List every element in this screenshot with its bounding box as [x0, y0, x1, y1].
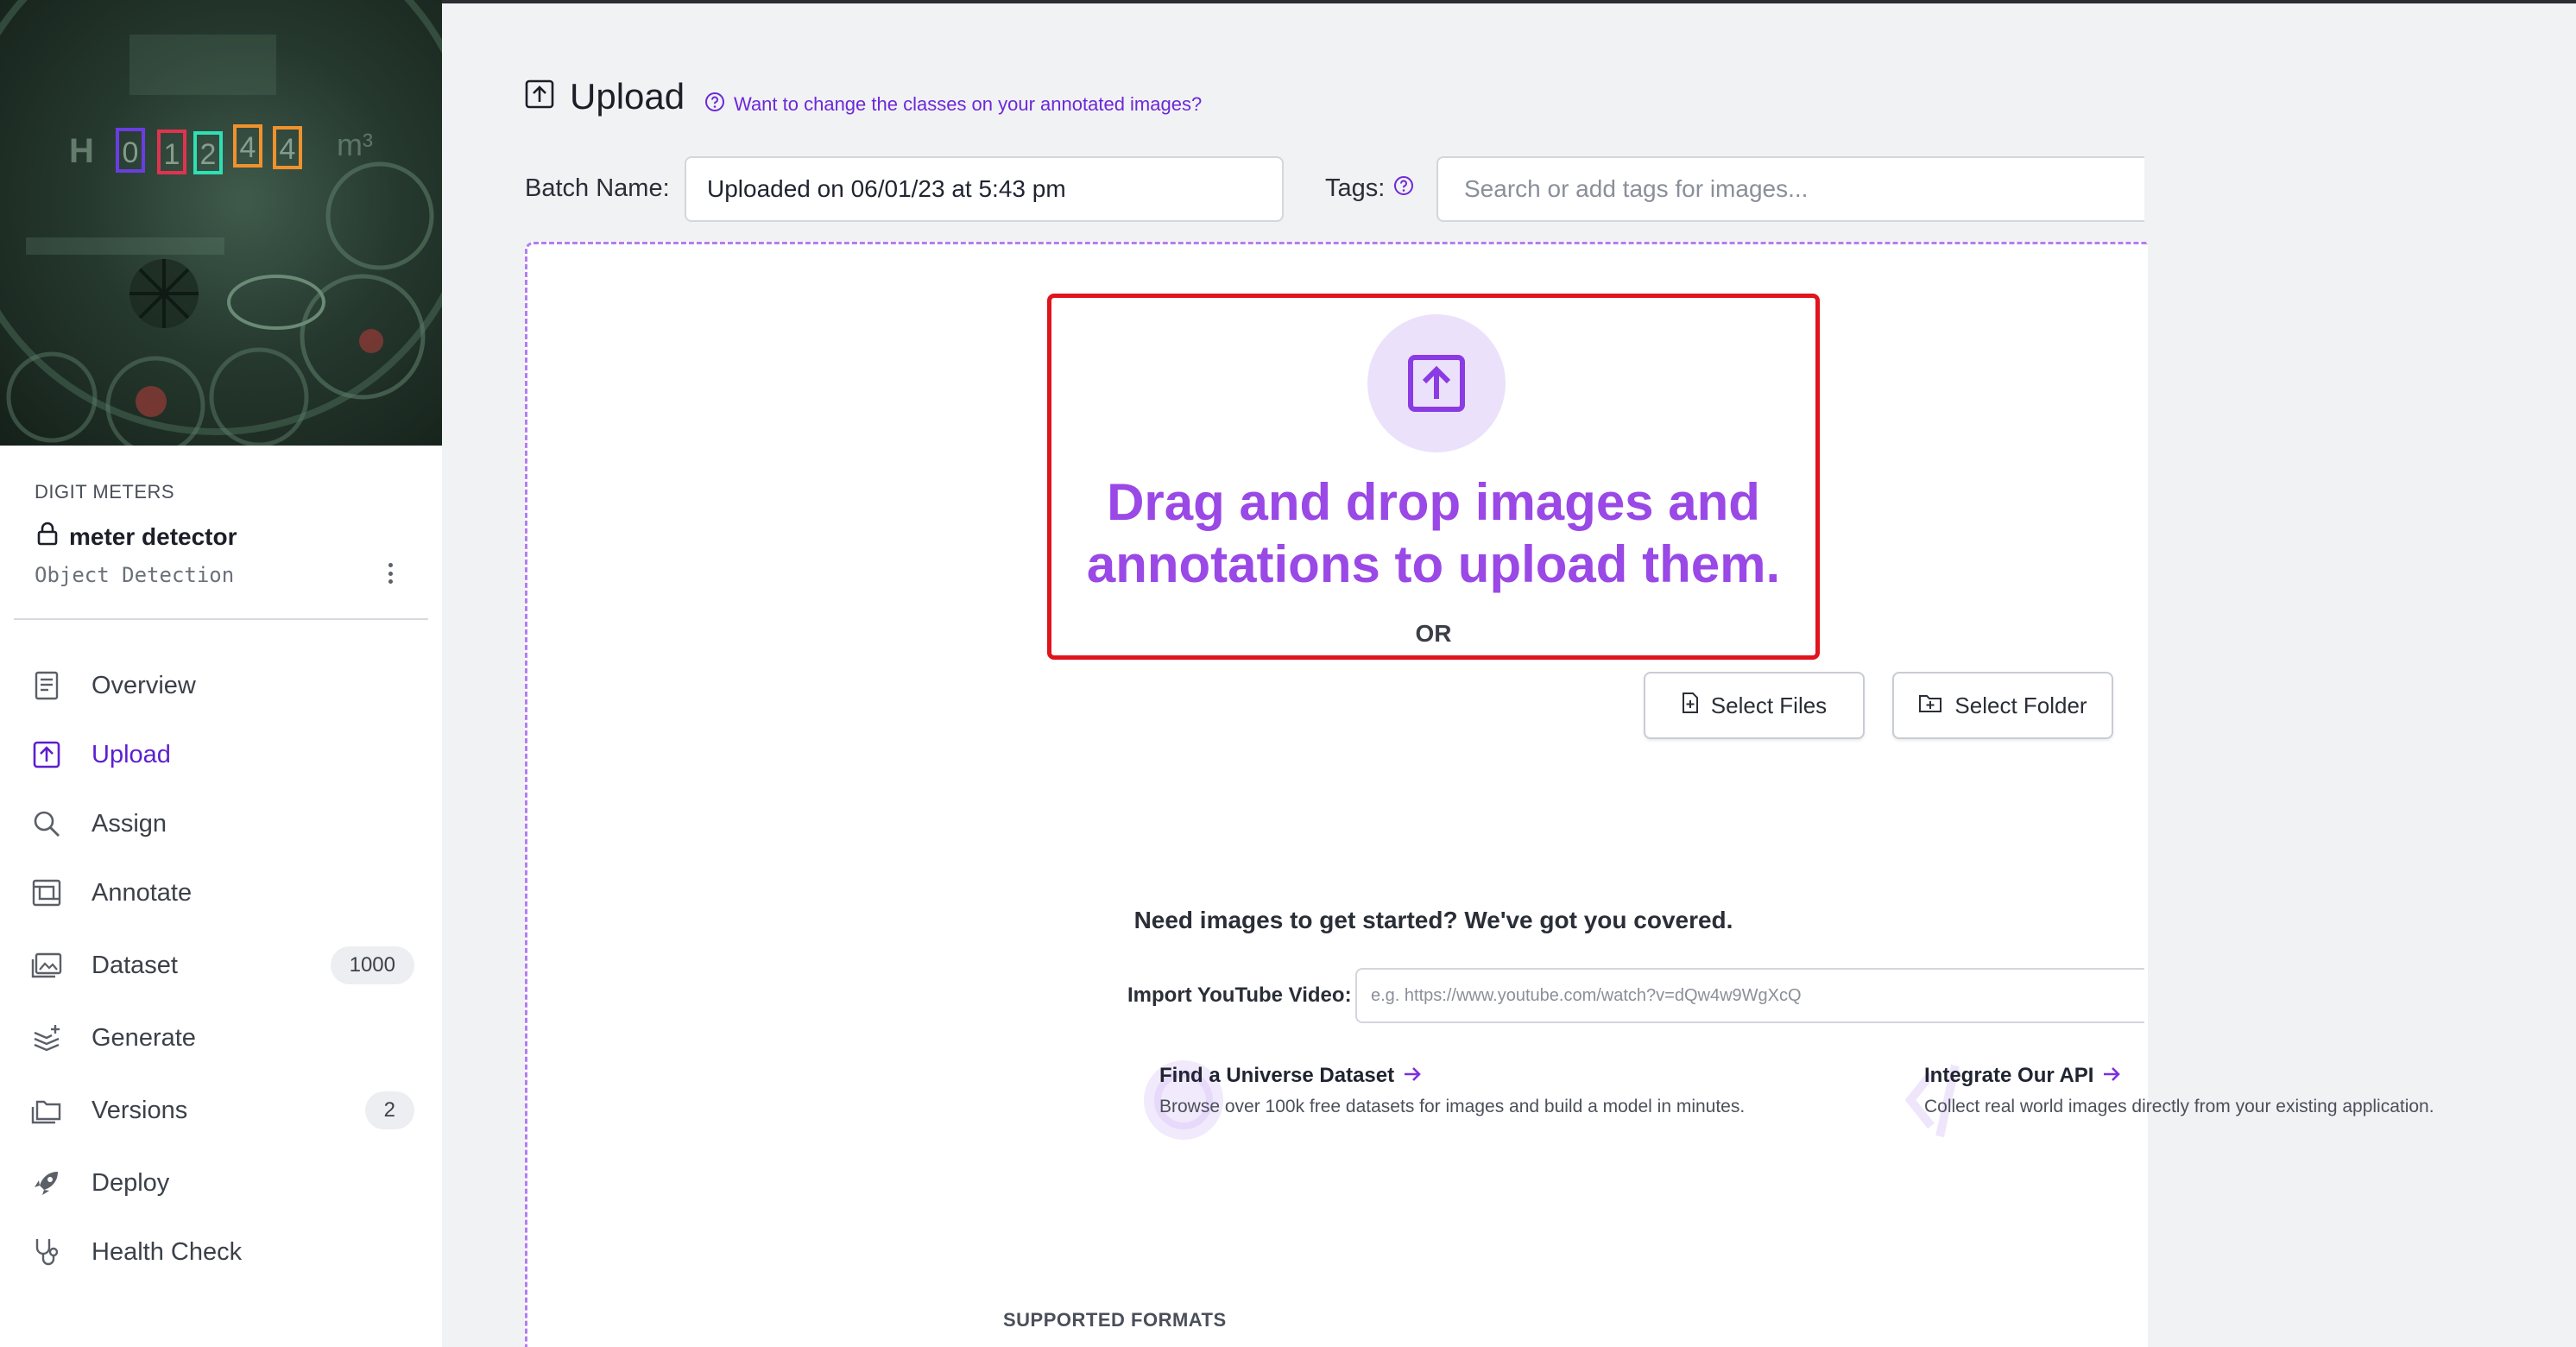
lock-icon	[36, 522, 59, 552]
sidebar-item-versions[interactable]: Versions 2	[0, 1083, 442, 1138]
sidebar-item-label: Overview	[92, 671, 196, 699]
universe-dataset-description: Browse over 100k free datasets for image…	[1159, 1097, 1746, 1116]
sidebar-item-label: Health Check	[92, 1237, 243, 1266]
tags-label-text: Tags:	[1325, 174, 1386, 202]
folder-plus-icon	[1918, 692, 1942, 719]
integrate-api-card[interactable]: Integrate Our API Collect real world ima…	[1904, 1064, 2434, 1138]
annotate-icon	[29, 876, 64, 910]
supported-formats-heading: SUPPORTED FORMATS	[1003, 1309, 1227, 1331]
file-plus-icon	[1682, 692, 1699, 720]
project-thumbnail[interactable]: H 0 1 2 4 4 m³	[0, 0, 442, 446]
project-name[interactable]: meter detector	[36, 522, 237, 552]
meter-digit-3: 2	[200, 138, 217, 171]
versions-count-badge: 2	[364, 1091, 414, 1129]
select-folder-label: Select Folder	[1954, 692, 2087, 718]
upload-icon	[525, 76, 554, 117]
page-title: Upload	[525, 76, 685, 117]
project-type: Object Detection	[35, 563, 235, 587]
sidebar-item-overview[interactable]: Overview	[0, 658, 442, 713]
sidebar-item-label: Versions	[92, 1096, 188, 1124]
folders-icon	[29, 1093, 64, 1128]
sidebar-item-label: Generate	[92, 1023, 196, 1052]
change-classes-link[interactable]: Want to change the classes on your annot…	[704, 92, 1202, 117]
help-circle-icon	[704, 92, 725, 117]
meter-digit-5: 4	[280, 133, 296, 166]
sidebar-item-generate[interactable]: Generate	[0, 1010, 442, 1066]
sidebar-item-label: Dataset	[92, 951, 178, 979]
batch-name-label: Batch Name:	[525, 174, 670, 202]
youtube-import-label: Import YouTube Video:	[1127, 983, 1352, 1007]
sidebar-item-dataset[interactable]: Dataset 1000	[0, 938, 442, 993]
page-title-label: Upload	[570, 76, 685, 117]
upload-icon	[29, 737, 64, 772]
sidebar-item-label: Upload	[92, 740, 171, 768]
tags-label: Tags:	[1325, 174, 1414, 203]
need-images-heading: Need images to get started? We've got yo…	[1133, 907, 1733, 933]
universe-dataset-card[interactable]: Find a Universe Dataset Browse over 100k…	[1144, 1060, 1746, 1140]
project-group: DIGIT METERS	[35, 481, 175, 503]
sidebar-item-label: Assign	[92, 809, 167, 838]
svg-text:H: H	[69, 132, 94, 170]
sidebar-item-annotate[interactable]: Annotate	[0, 865, 442, 920]
sidebar-divider	[14, 618, 428, 620]
search-icon	[29, 806, 64, 841]
universe-dataset-title: Find a Universe Dataset	[1159, 1064, 1395, 1087]
integrate-api-description: Collect real world images directly from …	[1924, 1097, 2434, 1116]
change-classes-link-label: Want to change the classes on your annot…	[734, 93, 1203, 115]
more-options-icon[interactable]	[380, 560, 401, 587]
tags-search-input[interactable]: Search or add tags for images...	[1436, 156, 2144, 222]
project-name-label: meter detector	[69, 522, 237, 550]
help-circle-icon[interactable]	[1393, 174, 1414, 203]
sidebar-item-upload[interactable]: Upload	[0, 727, 442, 782]
dataset-count-badge: 1000	[330, 946, 414, 984]
sidebar-item-deploy[interactable]: Deploy	[0, 1155, 442, 1211]
integrate-api-title: Integrate Our API	[1924, 1064, 2094, 1087]
svg-text:m³: m³	[337, 127, 373, 162]
meter-digit-4: 4	[240, 131, 256, 164]
arrow-right-icon	[1403, 1064, 1422, 1088]
select-folder-button[interactable]: Select Folder	[1892, 672, 2113, 739]
generate-icon	[29, 1021, 64, 1055]
sidebar-item-label: Annotate	[92, 878, 193, 907]
document-icon	[29, 668, 64, 703]
highlight-annotation-box	[1047, 294, 1820, 660]
select-files-button[interactable]: Select Files	[1644, 672, 1865, 739]
meter-image-icon: H 0 1 2 4 4 m³	[0, 0, 442, 446]
images-icon	[29, 948, 64, 983]
sidebar-item-assign[interactable]: Assign	[0, 796, 442, 851]
stethoscope-icon	[29, 1235, 64, 1269]
select-files-label: Select Files	[1710, 692, 1828, 718]
meter-digit-1: 0	[123, 136, 139, 169]
sidebar: H 0 1 2 4 4 m³ DIGIT METERS meter detect…	[0, 0, 442, 1347]
sidebar-item-health-check[interactable]: Health Check	[0, 1224, 442, 1280]
batch-name-input[interactable]: Uploaded on 06/01/23 at 5:43 pm	[685, 156, 1284, 222]
meter-digit-2: 1	[164, 138, 180, 171]
sidebar-item-label: Deploy	[92, 1168, 170, 1197]
arrow-right-icon	[2102, 1064, 2121, 1088]
youtube-url-input[interactable]: e.g. https://www.youtube.com/watch?v=dQw…	[1355, 968, 2144, 1023]
rocket-icon	[29, 1166, 64, 1200]
